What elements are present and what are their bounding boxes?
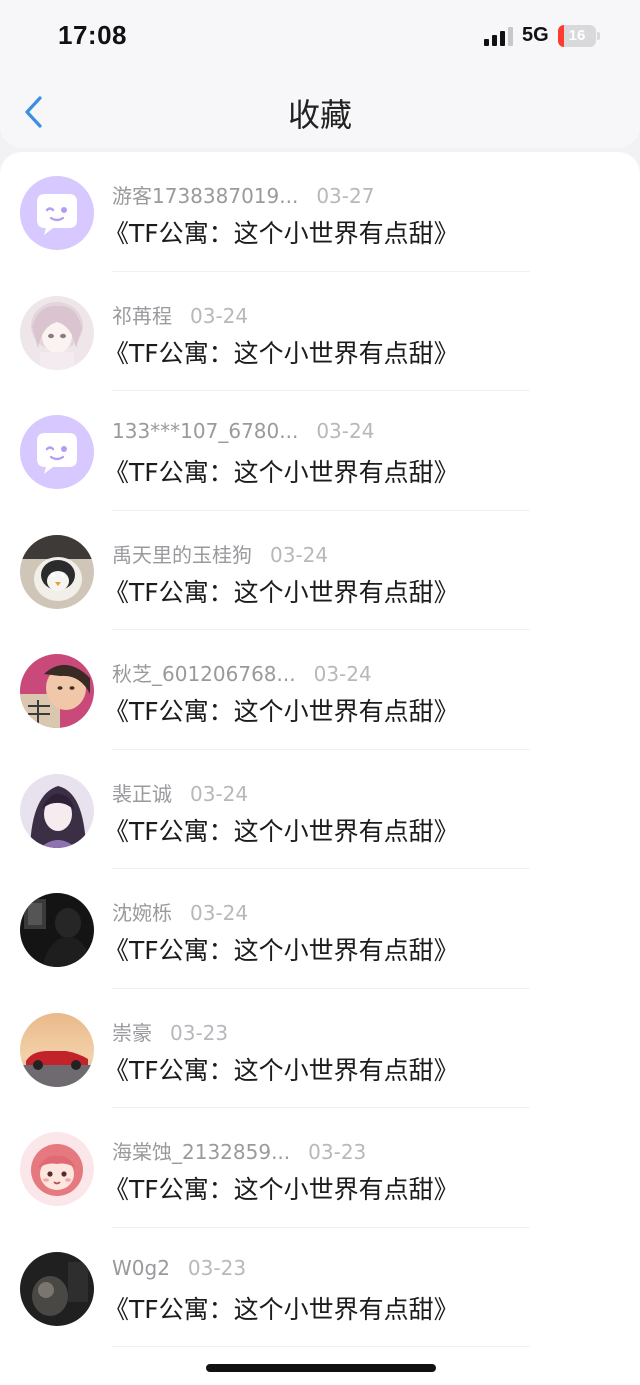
favorite-item[interactable]: 133***107_6780... 03-24 《TF公寓：这个小世界有点甜》: [0, 391, 640, 511]
favorite-date: 03-24: [313, 662, 372, 686]
user-avatar[interactable]: [20, 295, 94, 370]
work-title[interactable]: 《TF公寓：这个小世界有点甜》: [104, 1290, 459, 1326]
cellular-signal-icon: [484, 27, 513, 46]
battery-level: 16: [568, 27, 586, 44]
battery-cap: [597, 32, 600, 40]
favorite-date: 03-23: [170, 1020, 229, 1045]
work-title[interactable]: 《TF公寓：这个小世界有点甜》: [104, 214, 459, 250]
favorite-meta: 秋芝_601206768... 03-24: [112, 658, 372, 688]
sunset-car-icon: [20, 1012, 94, 1087]
favorite-item[interactable]: 游客1738387019... 03-27 《TF公寓：这个小世界有点甜》: [0, 152, 640, 272]
favorite-item[interactable]: 沈婉栎 03-24 《TF公寓：这个小世界有点甜》: [0, 869, 640, 989]
work-title[interactable]: 《TF公寓：这个小世界有点甜》: [104, 692, 459, 728]
favorite-item[interactable]: 祁苒程 03-24 《TF公寓：这个小世界有点甜》: [0, 272, 640, 391]
favorite-item[interactable]: W0g2 03-23 《TF公寓：这个小世界有点甜》: [0, 1228, 640, 1347]
favorites-list: 游客1738387019... 03-27 《TF公寓：这个小世界有点甜》 祁苒程 03…: [0, 152, 640, 1385]
username[interactable]: 秋芝_601206768...: [112, 662, 296, 686]
status-bar: 17:08 5G 16: [0, 0, 640, 72]
favorite-date: 03-24: [190, 781, 249, 806]
favorite-item[interactable]: 禹天里的玉桂狗 03-24 《TF公寓：这个小世界有点甜》: [0, 511, 640, 630]
work-title[interactable]: 《TF公寓：这个小世界有点甜》: [104, 1170, 459, 1206]
favorite-date: 03-24: [316, 419, 375, 443]
username[interactable]: 沈婉栎: [112, 901, 172, 925]
anime-character-purple-icon: [20, 773, 94, 848]
favorite-meta: 133***107_6780... 03-24: [112, 419, 374, 449]
user-avatar[interactable]: [20, 654, 94, 728]
favorite-date: 03-23: [308, 1140, 367, 1164]
favorite-meta: 禹天里的玉桂狗 03-24: [112, 539, 328, 569]
favorite-meta: W0g2 03-23: [112, 1256, 246, 1286]
favorite-meta: 沈婉栎 03-24: [112, 897, 248, 927]
user-avatar[interactable]: [20, 1132, 94, 1206]
penguin-plush-icon: [20, 534, 94, 609]
default-chat-avatar-icon: [20, 415, 94, 489]
username[interactable]: 崇豪: [112, 1021, 152, 1045]
user-avatar[interactable]: [20, 1012, 94, 1087]
anime-girl-light-icon: [20, 295, 94, 370]
username[interactable]: 裴正诚: [112, 782, 172, 806]
cartoon-girl-pink-icon: [20, 1132, 94, 1206]
user-avatar[interactable]: [20, 176, 94, 250]
favorite-date: 03-24: [270, 542, 329, 567]
page-title: 收藏: [287, 96, 352, 134]
work-title[interactable]: 《TF公寓：这个小世界有点甜》: [104, 931, 459, 967]
username[interactable]: 海棠蚀_2132859...: [112, 1140, 290, 1164]
favorite-meta: 崇豪 03-23: [112, 1017, 228, 1047]
username[interactable]: 禹天里的玉桂狗: [112, 543, 252, 567]
user-avatar[interactable]: [20, 415, 94, 489]
favorite-meta: 裴正诚 03-24: [112, 778, 248, 808]
user-avatar[interactable]: [20, 534, 94, 609]
user-avatar[interactable]: [20, 1251, 94, 1326]
home-indicator[interactable]: [206, 1364, 436, 1372]
battery-icon: 16: [558, 25, 596, 47]
nav-bar: 收藏: [0, 72, 640, 148]
username[interactable]: 祁苒程: [112, 304, 172, 328]
favorite-date: 03-24: [190, 901, 249, 925]
favorite-meta: 祁苒程 03-24: [112, 300, 248, 330]
work-title[interactable]: 《TF公寓：这个小世界有点甜》: [104, 812, 459, 848]
default-chat-avatar-icon: [20, 176, 94, 250]
favorite-date: 03-23: [187, 1255, 247, 1280]
username[interactable]: 133***107_6780...: [112, 419, 298, 443]
favorite-item[interactable]: 崇豪 03-23 《TF公寓：这个小世界有点甜》: [0, 989, 640, 1108]
top-header: 17:08 5G 16 收藏: [0, 0, 640, 148]
favorite-item[interactable]: 海棠蚀_2132859... 03-23 《TF公寓：这个小世界有点甜》: [0, 1108, 640, 1228]
favorite-item[interactable]: 裴正诚 03-24 《TF公寓：这个小世界有点甜》: [0, 750, 640, 869]
work-title[interactable]: 《TF公寓：这个小世界有点甜》: [104, 453, 459, 489]
favorite-item[interactable]: 秋芝_601206768... 03-24 《TF公寓：这个小世界有点甜》: [0, 630, 640, 750]
username[interactable]: W0g2: [112, 1256, 170, 1280]
work-title[interactable]: 《TF公寓：这个小世界有点甜》: [104, 334, 459, 370]
dark-silhouette-icon: [20, 893, 94, 967]
status-time: 17:08: [58, 20, 127, 50]
favorite-meta: 海棠蚀_2132859... 03-23: [112, 1136, 366, 1166]
network-type: 5G: [522, 24, 549, 46]
work-title[interactable]: 《TF公寓：这个小世界有点甜》: [104, 573, 459, 609]
favorite-meta: 游客1738387019... 03-27: [112, 180, 374, 210]
dark-photo-icon: [20, 1251, 94, 1326]
divider: [112, 1346, 530, 1347]
work-title[interactable]: 《TF公寓：这个小世界有点甜》: [104, 1051, 459, 1087]
username[interactable]: 游客1738387019...: [112, 184, 298, 208]
user-avatar[interactable]: [20, 773, 94, 848]
user-avatar[interactable]: [20, 893, 94, 967]
favorite-date: 03-27: [316, 184, 375, 208]
favorite-date: 03-24: [190, 303, 249, 328]
child-photo-icon: [20, 654, 94, 728]
